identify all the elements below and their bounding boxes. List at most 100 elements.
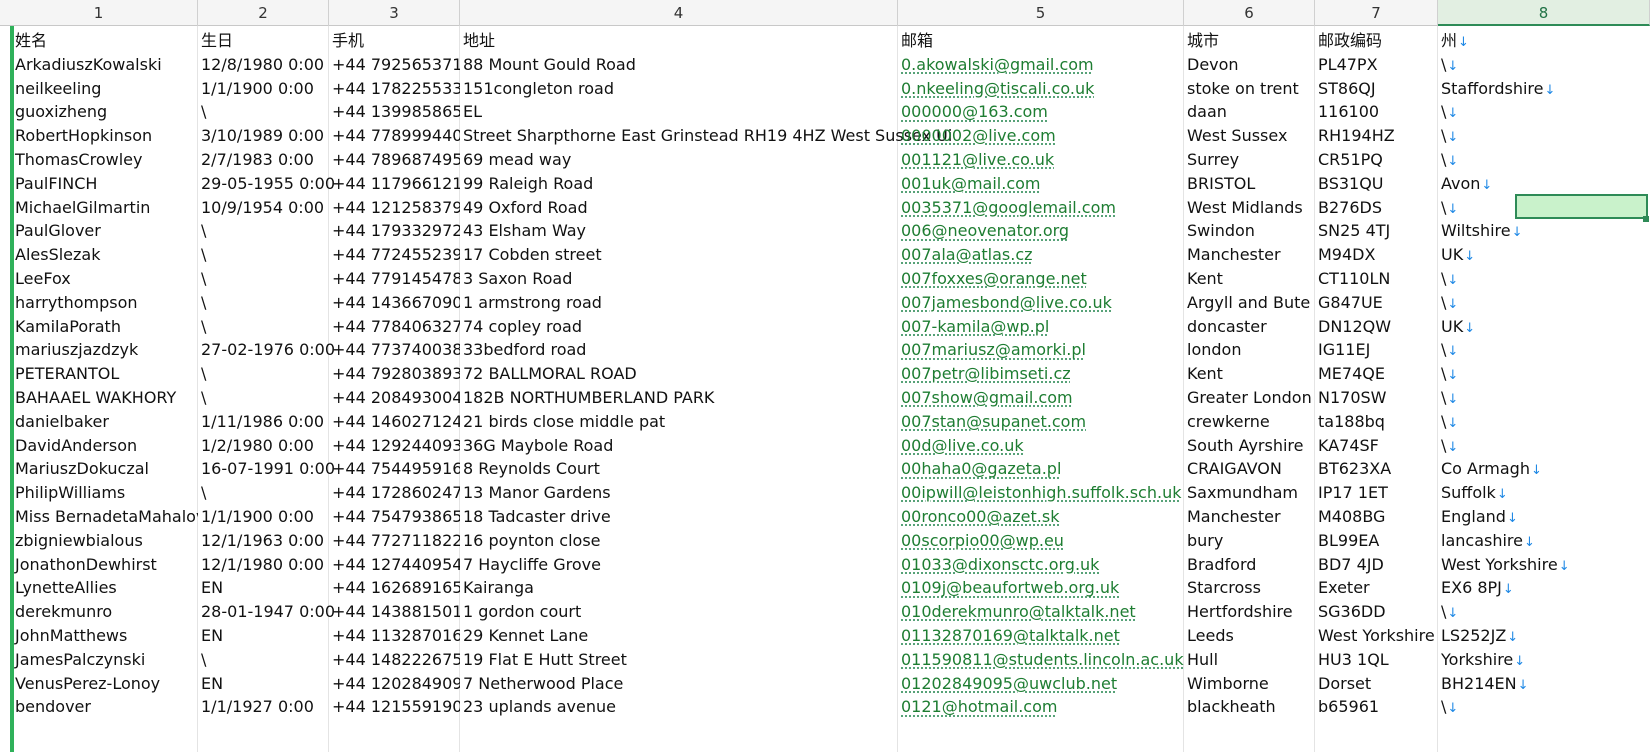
data-grid[interactable]: 姓名 生日 手机 地址 邮箱 城市 邮政编码 州↓ ArkadiuszKowalski 12/8/… xyxy=(0,26,1650,752)
cell[interactable]: +44 1782255338 xyxy=(330,76,460,101)
cell[interactable]: 69 mead way xyxy=(461,147,898,172)
cell[interactable]: BT623XA xyxy=(1316,456,1438,481)
cell[interactable]: MariuszDokuczal xyxy=(13,456,198,481)
email-link[interactable]: 0.akowalski@gmail.com xyxy=(899,52,1184,77)
cell[interactable]: 1/1/1900 0:00 xyxy=(199,76,329,101)
cell[interactable]: ME74QE xyxy=(1316,361,1438,386)
cell[interactable]: +44 2084930040 xyxy=(330,385,460,410)
cell[interactable]: Manchester xyxy=(1185,242,1315,267)
cell[interactable]: 29-05-1955 0:00 xyxy=(199,171,335,196)
cell[interactable]: 3/10/1989 0:00 xyxy=(199,123,329,148)
email-link[interactable]: 007foxxes@orange.net xyxy=(899,266,1184,291)
cell[interactable]: mariuszjazdzyk xyxy=(13,337,198,362)
cell[interactable]: zbigniewbialous xyxy=(13,528,198,553)
email-link[interactable]: 00d@live.co.uk xyxy=(899,433,1184,458)
cell[interactable]: \ xyxy=(199,647,329,672)
cell[interactable]: +44 7724552395 xyxy=(330,242,460,267)
email-link[interactable]: 001121@live.co.uk xyxy=(899,147,1184,172)
cell[interactable]: 151congleton road xyxy=(461,76,898,101)
cell[interactable]: CT110LN xyxy=(1316,266,1438,291)
column-header-5[interactable]: 5 xyxy=(898,0,1184,26)
cell[interactable]: bury xyxy=(1185,528,1315,553)
cell[interactable]: JohnMatthews xyxy=(13,623,198,648)
cell[interactable]: +44 1132870169 xyxy=(330,623,460,648)
cell[interactable]: 12/1/1980 0:00 xyxy=(199,552,329,577)
cell[interactable]: RobertHopkinson xyxy=(13,123,198,148)
cell[interactable]: BAHAAEL WAKHORY xyxy=(13,385,198,410)
cell[interactable]: +44 1212583798 xyxy=(330,195,460,220)
email-link[interactable]: 006@neovenator.org xyxy=(899,218,1184,243)
cell[interactable]: Kairanga xyxy=(461,575,898,600)
cell[interactable]: blackheath xyxy=(1185,694,1315,719)
cell[interactable]: 17 Cobden street xyxy=(461,242,898,267)
cell[interactable]: LS252JZ↓ xyxy=(1439,623,1629,648)
cell[interactable]: 23 uplands avenue xyxy=(461,694,898,719)
cell[interactable]: doncaster xyxy=(1185,314,1315,339)
cell[interactable]: Devon xyxy=(1185,52,1315,77)
email-link[interactable]: 007stan@supanet.com xyxy=(899,409,1184,434)
email-link[interactable]: 0109j@beaufortweb.org.uk xyxy=(899,575,1184,600)
email-link[interactable]: 010derekmunro@talktalk.net xyxy=(899,599,1184,624)
cell[interactable]: Bradford xyxy=(1185,552,1315,577)
column-header-6[interactable]: 6 xyxy=(1184,0,1315,26)
cell[interactable]: UK↓ xyxy=(1439,242,1629,267)
cell[interactable]: +44 7544959161 xyxy=(330,456,460,481)
cell[interactable]: +44 1215591902 xyxy=(330,694,460,719)
cell[interactable]: CRAIGAVON xyxy=(1185,456,1315,481)
cell[interactable]: \ xyxy=(199,314,329,339)
cell[interactable]: EL xyxy=(461,99,898,124)
cell[interactable]: BS31QU xyxy=(1316,171,1438,196)
cell[interactable]: LynetteAllies xyxy=(13,575,198,600)
email-link[interactable]: 001uk@mail.com xyxy=(899,171,1184,196)
cell[interactable]: +44 1292440939 xyxy=(330,433,460,458)
cell[interactable]: 43 Elsham Way xyxy=(461,218,898,243)
cell[interactable]: \ xyxy=(199,266,329,291)
cell[interactable]: \ xyxy=(199,480,329,505)
cell[interactable]: RH194HZ xyxy=(1316,123,1438,148)
cell[interactable]: 88 Mount Gould Road xyxy=(461,52,898,77)
header-cell[interactable]: 州↓ xyxy=(1439,28,1629,53)
cell[interactable]: South Ayrshire xyxy=(1185,433,1315,458)
cell[interactable]: 21 birds close middle pat xyxy=(461,409,898,434)
cell[interactable]: CR51PQ xyxy=(1316,147,1438,172)
cell[interactable]: +44 7789994400 xyxy=(330,123,460,148)
column-header-3[interactable]: 3 xyxy=(329,0,460,26)
cell[interactable]: +44 1793329721 xyxy=(330,218,460,243)
cell[interactable]: \↓ xyxy=(1439,433,1629,458)
cell[interactable]: +44 1728602471 xyxy=(330,480,460,505)
cell[interactable]: +44 1482226754 xyxy=(330,647,460,672)
cell[interactable]: M94DX xyxy=(1316,242,1438,267)
header-cell[interactable]: 手机 xyxy=(330,28,460,53)
email-link[interactable]: 0.nkeeling@tiscali.co.uk xyxy=(899,76,1184,101)
email-link[interactable]: 007ala@atlas.cz xyxy=(899,242,1184,267)
cell[interactable]: \ xyxy=(199,290,329,315)
cell[interactable]: 29 Kennet Lane xyxy=(461,623,898,648)
cell[interactable]: \ xyxy=(199,361,329,386)
cell[interactable]: Dorset xyxy=(1316,671,1438,696)
cell[interactable]: daan xyxy=(1185,99,1315,124)
cell[interactable]: BH214EN↓ xyxy=(1439,671,1629,696)
cell[interactable]: PaulFINCH xyxy=(13,171,198,196)
cell[interactable]: 3 Saxon Road xyxy=(461,266,898,291)
cell[interactable]: +44 1179661212 xyxy=(330,171,460,196)
cell[interactable]: \↓ xyxy=(1439,123,1629,148)
cell[interactable]: Argyll and Bute xyxy=(1185,290,1315,315)
cell[interactable]: 7 Haycliffe Grove xyxy=(461,552,898,577)
cell[interactable]: PaulGlover xyxy=(13,218,198,243)
cell[interactable]: \↓ xyxy=(1439,599,1629,624)
cell[interactable]: EN xyxy=(199,671,329,696)
cell[interactable]: England↓ xyxy=(1439,504,1629,529)
cell[interactable]: West Sussex xyxy=(1185,123,1315,148)
email-link[interactable]: 011590811@students.lincoln.ac.uk xyxy=(899,647,1184,672)
cell[interactable]: Exeter xyxy=(1316,575,1438,600)
cell[interactable]: M408BG xyxy=(1316,504,1438,529)
cell[interactable]: KamilaPorath xyxy=(13,314,198,339)
cell[interactable]: 12/8/1980 0:00 xyxy=(199,52,329,77)
cell[interactable]: neilkeeling xyxy=(13,76,198,101)
cell[interactable]: +44 7925653717 xyxy=(330,52,460,77)
cell[interactable]: Staffordshire↓ xyxy=(1439,76,1629,101)
cell[interactable]: \↓ xyxy=(1439,147,1629,172)
cell[interactable]: 1/1/1927 0:00 xyxy=(199,694,329,719)
cell[interactable]: Starcross xyxy=(1185,575,1315,600)
cell[interactable]: Street Sharpthorne East Grinstead RH19 4… xyxy=(461,123,952,148)
